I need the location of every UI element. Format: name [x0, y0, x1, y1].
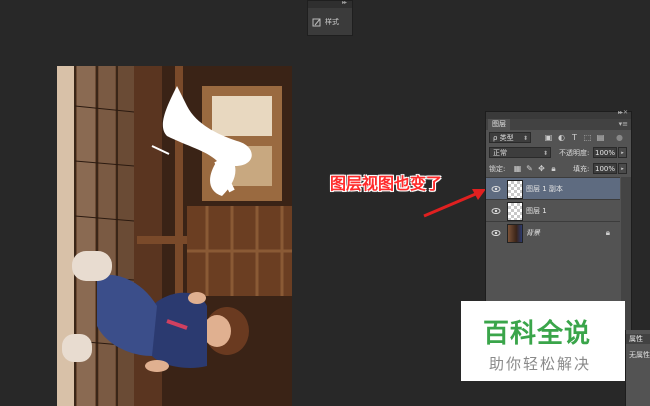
filter-toggle-icon[interactable]: ● [615, 133, 624, 142]
properties-empty-text: 无属性 [629, 351, 650, 359]
layer-row[interactable]: 背景 🔒︎ [486, 221, 620, 244]
fill-label: 填充: [573, 165, 590, 173]
filter-type-icon[interactable]: T [570, 133, 579, 142]
lock-label: 锁定: [489, 165, 506, 173]
opacity-input[interactable]: 100% [593, 147, 617, 158]
watermark-logo: 百科全说 助你轻松解决 [461, 301, 625, 381]
document-canvas[interactable] [57, 66, 292, 406]
blend-row: 正常 ⬍ 不透明度: 100% ▸ [489, 146, 628, 160]
layer-thumbnail [507, 202, 523, 221]
search-icon: ρ [493, 134, 500, 142]
layer-thumbnail [507, 180, 523, 199]
eye-icon[interactable] [491, 228, 501, 238]
layer-name: 背景 [526, 229, 540, 237]
panel-grip[interactable]: ▸▸ [308, 0, 352, 8]
filter-pixel-icon[interactable]: ▣ [544, 133, 553, 142]
eye-icon[interactable] [491, 206, 501, 216]
collapse-icon[interactable]: ▸▸ ✕ [618, 109, 628, 116]
filter-row: ρ 类型 ⬍ ▣ ◐ T ⬚ ▤ ● [489, 131, 628, 145]
lock-row: 锁定: ▦ ✎ ✥ 🔒︎ 填充: 100% ▸ [489, 162, 628, 176]
panel-menu-icon[interactable]: ▾≡ [619, 119, 628, 130]
chevron-down-icon: ⬍ [522, 135, 528, 142]
styles-button[interactable]: 样式 [312, 15, 339, 29]
styles-icon [312, 18, 321, 27]
chevron-down-icon: ⬍ [542, 150, 548, 157]
filter-adjustment-icon[interactable]: ◐ [557, 133, 566, 142]
filter-kind-select[interactable]: ρ 类型 ⬍ [489, 132, 531, 143]
collapse-icon[interactable]: ▸▸ [342, 0, 347, 6]
layer-row[interactable]: 图层 1 副本 [486, 177, 620, 200]
layer-name: 图层 1 副本 [526, 185, 563, 193]
blend-mode-value: 正常 [493, 149, 507, 157]
opacity-label: 不透明度: [559, 149, 590, 157]
annotation-arrow [423, 189, 486, 218]
lock-all-icon[interactable]: 🔒︎ [549, 164, 558, 173]
canvas-photo [57, 66, 292, 406]
eye-icon[interactable] [491, 184, 501, 194]
tab-layers[interactable]: 图层 [488, 119, 510, 130]
panel-header-bar[interactable]: ▸▸ ✕ [486, 109, 631, 119]
filter-shape-icon[interactable]: ⬚ [583, 133, 592, 142]
blend-mode-select[interactable]: 正常 ⬍ [489, 147, 551, 158]
layer-row[interactable]: 图层 1 [486, 199, 620, 222]
fill-slider-toggle[interactable]: ▸ [618, 163, 627, 174]
filter-kind-value: 类型 [499, 134, 514, 142]
watermark-subtitle: 助你轻松解决 [489, 355, 592, 373]
panel-tabbar: 图层 ▾≡ [486, 119, 631, 130]
layer-name: 图层 1 [526, 207, 547, 215]
layer-thumbnail [507, 224, 523, 243]
filter-smart-object-icon[interactable]: ▤ [596, 133, 605, 142]
styles-label: 样式 [325, 18, 339, 26]
lock-position-icon[interactable]: ✥ [537, 164, 546, 173]
fill-input[interactable]: 100% [593, 163, 617, 174]
lock-icon: 🔒︎ [605, 228, 610, 237]
lock-transparent-icon[interactable]: ▦ [513, 164, 522, 173]
lock-image-icon[interactable]: ✎ [525, 164, 534, 173]
properties-panel: 属性 无属性 [625, 330, 650, 406]
styles-mini-panel: ▸▸ 样式 [307, 0, 353, 36]
opacity-slider-toggle[interactable]: ▸ [618, 147, 627, 158]
watermark-title: 百科全说 [483, 319, 592, 349]
tab-properties[interactable]: 属性 [626, 334, 650, 344]
